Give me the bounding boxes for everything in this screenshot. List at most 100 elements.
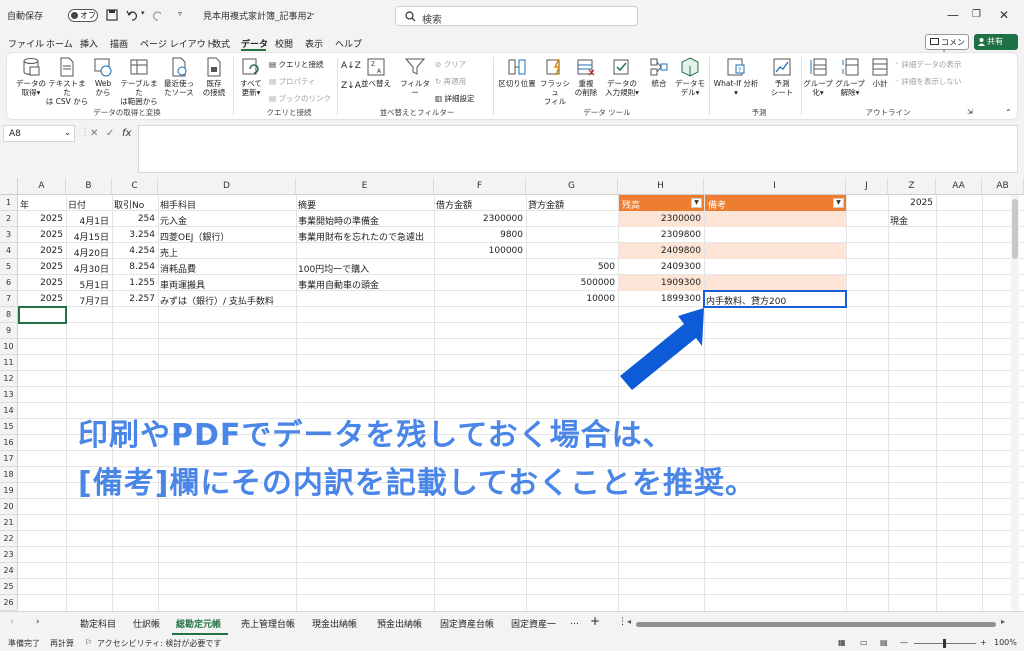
row-header[interactable]: 6 <box>0 275 18 291</box>
sheet-options-icon[interactable]: ⋮ <box>618 617 627 627</box>
sort-desc-icon[interactable]: Z↓A <box>341 81 361 91</box>
table-cell[interactable]: 消耗品費 <box>158 259 296 275</box>
row-header[interactable]: 7 <box>0 291 18 307</box>
normal-view-icon[interactable]: ▦ <box>838 638 846 647</box>
customize-qat-icon[interactable]: ▿ <box>178 9 182 18</box>
table-cell[interactable]: 5月1日 <box>66 275 112 291</box>
row-header[interactable]: 1 <box>0 195 18 211</box>
column-header[interactable]: E <box>296 178 434 195</box>
table-cell[interactable]: 4月1日 <box>66 211 112 227</box>
clear-filter-button[interactable]: ⊘ クリア <box>435 59 466 70</box>
table-cell[interactable]: 2300000 <box>618 211 704 227</box>
search-box[interactable]: 検索 <box>395 6 638 26</box>
table-cell[interactable] <box>296 243 434 259</box>
subtotal-button[interactable]: 小計 <box>867 57 893 88</box>
data-model-button[interactable]: データモ デル▾ <box>673 57 707 97</box>
table-cell[interactable]: 100000 <box>434 243 526 259</box>
reapply-button[interactable]: ↻ 再適用 <box>435 76 466 87</box>
table-cell[interactable] <box>434 291 526 307</box>
text-csv-button[interactable]: テキストまたは CSV から <box>45 57 89 106</box>
tab-review[interactable]: 校閲 <box>275 37 293 50</box>
table-cell[interactable]: 四菱OEJ（銀行） <box>158 227 296 243</box>
header-note[interactable]: 備考 ▼ <box>705 195 846 211</box>
row-header[interactable]: 26 <box>0 595 18 611</box>
filter-button[interactable]: フィルター <box>399 57 431 97</box>
table-cell[interactable]: 2025 <box>18 291 66 307</box>
show-detail-button[interactable]: ⁺ 詳細データの表示 <box>895 59 961 70</box>
autosave-toggle[interactable]: オフ <box>68 9 98 22</box>
column-header[interactable]: B <box>66 178 112 195</box>
column-header[interactable]: D <box>158 178 296 195</box>
scrollbar-thumb[interactable] <box>1012 199 1018 259</box>
table-cell[interactable]: 2409300 <box>618 259 704 275</box>
column-header[interactable]: G <box>526 178 618 195</box>
row-header[interactable]: 14 <box>0 403 18 419</box>
share-button[interactable]: 共有 <box>974 34 1018 50</box>
spreadsheet-grid[interactable]: A B C D E F G H I J Z AA AB 1 2 3 4 5 6 … <box>0 178 1024 611</box>
sheet-tab[interactable]: 預金出納帳 <box>377 617 422 630</box>
table-cell[interactable]: 事業用財布を忘れたので急遽出 <box>296 227 434 243</box>
refresh-all-button[interactable]: すべて 更新▾ <box>235 57 267 97</box>
next-sheet-icon[interactable]: › <box>36 617 40 627</box>
table-cell[interactable]: 1909300 <box>618 275 704 291</box>
page-layout-view-icon[interactable]: ▭ <box>860 638 868 647</box>
tab-file[interactable]: ファイル <box>8 37 44 50</box>
table-cell[interactable]: 車両運搬具 <box>158 275 296 291</box>
column-header[interactable]: AA <box>936 178 982 195</box>
sheet-tab[interactable]: 固定資産台帳 <box>440 617 494 630</box>
row-header[interactable]: 24 <box>0 563 18 579</box>
cancel-entry-icon[interactable]: ✕ <box>90 128 98 139</box>
row-header[interactable]: 19 <box>0 483 18 499</box>
workbook-links-button[interactable]: ▤ ブックのリンク <box>269 93 331 104</box>
zoom-slider-thumb[interactable] <box>943 639 946 648</box>
text-to-columns-button[interactable]: 区切り位置 <box>495 57 539 88</box>
cell-z2[interactable]: 現金 <box>888 211 936 227</box>
row-header[interactable]: 5 <box>0 259 18 275</box>
table-cell[interactable]: 7月7日 <box>66 291 112 307</box>
tab-help[interactable]: ヘルプ <box>335 37 362 50</box>
table-cell[interactable]: 2309800 <box>618 227 704 243</box>
forecast-sheet-button[interactable]: 予測 シート <box>767 57 797 97</box>
table-cell[interactable]: 4月15日 <box>66 227 112 243</box>
row-header[interactable]: 9 <box>0 323 18 339</box>
table-cell[interactable]: 売上 <box>158 243 296 259</box>
column-header[interactable]: H <box>618 178 704 195</box>
table-cell[interactable]: 3.254 <box>112 227 158 243</box>
row-header[interactable]: 11 <box>0 355 18 371</box>
namebox-dropdown-icon[interactable]: ⌄ <box>64 128 71 137</box>
redo-icon[interactable] <box>152 9 164 21</box>
row-header[interactable]: 20 <box>0 499 18 515</box>
tab-insert[interactable]: 挿入 <box>80 37 98 50</box>
header-txno[interactable]: 取引No <box>112 195 158 211</box>
data-validation-button[interactable]: データの 入力規則▾ <box>601 57 643 97</box>
table-cell[interactable]: 8.254 <box>112 259 158 275</box>
scroll-right-icon[interactable]: ▸ <box>1001 617 1005 626</box>
page-break-view-icon[interactable]: ▤ <box>880 638 888 647</box>
table-cell[interactable]: 4.254 <box>112 243 158 259</box>
table-cell[interactable]: 10000 <box>526 291 618 307</box>
prev-sheet-icon[interactable]: ‹ <box>10 617 14 627</box>
recent-sources-button[interactable]: 最近使っ たソース <box>161 57 197 97</box>
header-debit[interactable]: 借方金額 <box>434 195 526 211</box>
tab-page-layout[interactable]: ページ レイアウト <box>140 37 215 50</box>
column-header[interactable]: A <box>18 178 66 195</box>
row-header[interactable]: 3 <box>0 227 18 243</box>
from-table-button[interactable]: テーブルまた は範囲から <box>117 57 161 106</box>
file-name[interactable]: 見本用複式家計簿_記事用2 <box>203 9 312 22</box>
table-cell[interactable]: 2409800 <box>618 243 704 259</box>
tab-draw[interactable]: 描画 <box>110 37 128 50</box>
row-header[interactable]: 17 <box>0 451 18 467</box>
table-cell[interactable] <box>526 243 618 259</box>
table-cell[interactable]: 4月30日 <box>66 259 112 275</box>
table-cell[interactable]: みずは（銀行）/ 支払手数料 <box>158 291 296 307</box>
table-cell[interactable]: 2025 <box>18 275 66 291</box>
column-header[interactable]: J <box>846 178 888 195</box>
header-credit[interactable]: 貸方金額 <box>526 195 618 211</box>
table-cell[interactable]: 2300000 <box>434 211 526 227</box>
sort-asc-icon[interactable]: A↓Z <box>341 61 361 71</box>
table-cell[interactable] <box>434 275 526 291</box>
table-cell[interactable]: 1899300 <box>618 291 704 307</box>
undo-icon[interactable] <box>126 9 140 21</box>
zoom-level[interactable]: 100% <box>994 638 1017 647</box>
file-name-dropdown-icon[interactable]: ⌄ <box>310 9 316 17</box>
